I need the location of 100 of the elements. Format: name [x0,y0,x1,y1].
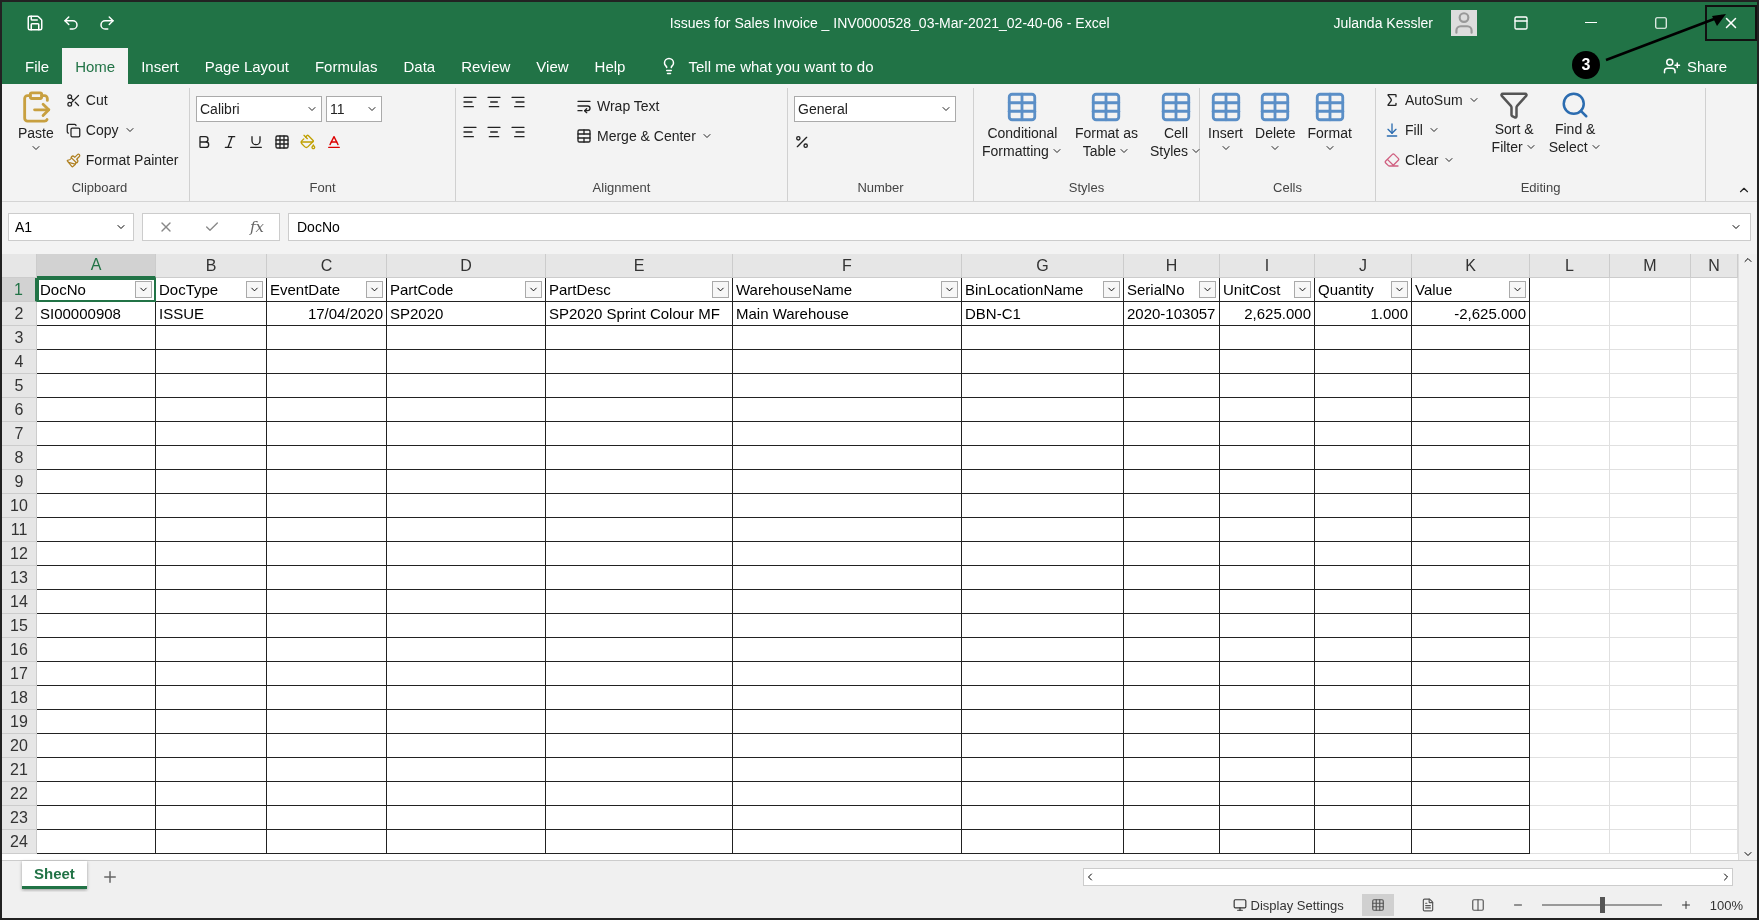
row-header[interactable]: 8 [2,446,37,470]
row-header[interactable]: 16 [2,638,37,662]
column-header[interactable]: K [1412,254,1530,278]
style-button[interactable]: Conditional Formatting [980,88,1065,180]
style-button[interactable]: Cell Styles [1147,88,1205,180]
column-header[interactable]: D [387,254,546,278]
cells-button[interactable]: Delete [1253,88,1298,180]
column-header[interactable]: H [1124,254,1220,278]
format-painter-button[interactable]: Format Painter [63,148,181,172]
ribbon-tab[interactable]: View [523,48,582,84]
row-header[interactable]: 7 [2,422,37,446]
column-header[interactable]: C [267,254,387,278]
row-header[interactable]: 24 [2,830,37,854]
top-align-button[interactable] [462,94,478,110]
save-button[interactable] [26,13,44,32]
wrap-text-button[interactable]: Wrap Text [574,94,715,118]
row-header[interactable]: 20 [2,734,37,758]
fill-color-button[interactable] [300,134,316,150]
horizontal-scrollbar[interactable] [1083,867,1733,886]
style-button[interactable]: Format as Table [1072,88,1140,180]
tell-me-search[interactable]: Tell me what you want to do [654,48,880,84]
undo-button[interactable] [62,13,80,32]
table-icon [1159,90,1193,124]
ribbon-tab[interactable]: Insert [128,48,192,84]
bottom-align-button[interactable] [510,94,526,110]
autosum-button[interactable]: AutoSum [1382,88,1482,112]
font-size-field[interactable]: 11 [326,96,382,122]
header-text: Quantity [1318,281,1374,298]
row-header[interactable]: 2 [2,302,37,326]
column-header[interactable]: F [733,254,962,278]
bold-button[interactable] [196,134,212,150]
row-header[interactable]: 1 [2,278,37,302]
borders-button[interactable] [274,134,290,150]
column-header[interactable]: I [1220,254,1315,278]
formula-bar[interactable]: DocNo [288,213,1751,241]
column-header[interactable]: N [1691,254,1738,278]
row-header[interactable]: 6 [2,398,37,422]
row-header[interactable]: 5 [2,374,37,398]
italic-button[interactable] [222,134,238,150]
ribbon-tab[interactable]: File [12,48,63,84]
bold-icon [196,134,212,150]
group-label: Styles [1068,180,1105,195]
column-header[interactable]: B [156,254,267,278]
column-header[interactable]: G [962,254,1124,278]
close-button[interactable] [1705,4,1757,41]
underline-button[interactable] [248,134,264,150]
ribbon-tab[interactable]: Formulas [301,48,391,84]
row-header[interactable]: 9 [2,470,37,494]
name-box[interactable]: A1 [8,213,134,241]
ribbon-tab[interactable]: Review [448,48,524,84]
percent-button[interactable] [794,134,810,150]
row-header[interactable]: 13 [2,566,37,590]
column-header[interactable]: M [1610,254,1691,278]
align-left-button[interactable] [462,124,478,140]
row-header[interactable]: 14 [2,590,37,614]
row-header[interactable]: 23 [2,806,37,830]
paste-button[interactable]: Paste [16,88,56,180]
view-button[interactable] [1361,894,1394,916]
row-header[interactable]: 18 [2,686,37,710]
cells-button[interactable]: Insert [1206,88,1245,180]
fill-button[interactable]: Fill [1382,118,1482,142]
row-header[interactable]: 22 [2,782,37,806]
row-header[interactable]: 10 [2,494,37,518]
row-header[interactable]: 4 [2,350,37,374]
ribbon-tab[interactable]: Page Layout [191,48,302,84]
column-header[interactable]: A [37,254,156,278]
align-right-button[interactable] [510,124,526,140]
zoom-slider-thumb[interactable] [1599,897,1605,913]
column-header[interactable]: E [546,254,733,278]
column-header[interactable]: J [1315,254,1412,278]
center-button[interactable] [486,124,502,140]
row-header[interactable]: 21 [2,758,37,782]
share-button[interactable]: Share [1656,48,1733,84]
row-header[interactable]: 11 [2,518,37,542]
cut-button[interactable]: Cut [63,88,181,112]
row-header[interactable]: 15 [2,614,37,638]
ribbon-tab[interactable]: Home [62,48,129,84]
merge-center-button[interactable]: Merge & Center [574,124,715,148]
sheet-tab[interactable]: Sheet [22,860,87,889]
font-name-field[interactable]: Calibri [196,96,322,122]
ribbon-tab[interactable]: Data [390,48,449,84]
display-settings-button[interactable]: Display Settings [1232,897,1344,913]
view-icon [1370,898,1385,912]
middle-align-button[interactable] [486,94,502,110]
number-format-field[interactable]: General [794,96,956,122]
font-color-button[interactable] [326,134,342,150]
ribbon-tab[interactable]: Help [581,48,639,84]
clear-button[interactable]: Clear [1382,148,1482,172]
sort-filter-button[interactable]: Sort & Filter [1489,88,1539,180]
column-header[interactable]: L [1530,254,1610,278]
copy-button[interactable]: Copy [63,118,181,142]
insert-function-button[interactable]: fx [249,218,264,236]
find-select-button[interactable]: Find & Select [1546,88,1604,180]
row-header[interactable]: 3 [2,326,37,350]
row-header[interactable]: 19 [2,710,37,734]
cells-button[interactable]: Format [1305,88,1354,180]
row-header[interactable]: 12 [2,542,37,566]
vertical-scrollbar[interactable] [1738,254,1757,860]
row-header[interactable]: 17 [2,662,37,686]
redo-button[interactable] [98,13,116,32]
